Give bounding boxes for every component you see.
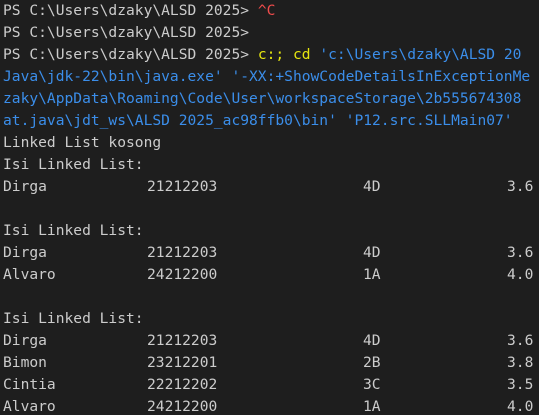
student-nim: 23212201 [147,354,218,371]
student-class: 4D [363,244,381,261]
student-nim: 21212203 [147,178,218,195]
output-empty-message: Linked List kosong [3,134,162,151]
student-class: 1A [363,398,381,415]
command-cd: cd [292,46,311,63]
command-part: c:; [257,46,285,63]
student-name: Alvaro [3,266,56,283]
student-class: 2B [363,354,381,371]
list-item: Dirga 21212203 4D 3.6 [3,242,539,264]
command-path-arg: 'c:\Users\dzaky\ALSD 20 [319,46,522,63]
student-name: Cintia [3,376,56,393]
student-name: Bimon [3,354,47,371]
terminal-panel[interactable]: PS C:\Users\dzaky\ALSD 2025> ^C PS C:\Us… [0,0,539,415]
prompt: PS C:\Users\dzaky\ALSD 2025> [3,2,250,19]
student-ipk: 4.0 [507,266,534,283]
student-class: 4D [363,332,381,349]
terminal-line: PS C:\Users\dzaky\ALSD 2025> c:; cd 'c:\… [3,44,539,66]
command-wrap: Java\jdk-22\bin\java.exe' '-XX:+ShowCode… [3,68,531,85]
prompt: PS C:\Users\dzaky\ALSD 2025> [3,46,250,63]
list-item: Bimon 23212201 2B 3.8 [3,352,539,374]
student-ipk: 4.0 [507,398,534,415]
output-header: Isi Linked List: [3,310,144,327]
student-ipk: 3.6 [507,178,534,195]
command-wrap: at.java\jdt_ws\ALSD 2025_ac98ffb0\bin' '… [3,112,513,129]
student-nim: 24212200 [147,266,218,283]
list-item: Cintia 22212202 3C 3.5 [3,374,539,396]
list-item: Alvaro 24212200 1A 4.0 [3,264,539,286]
student-ipk: 3.5 [507,376,534,393]
student-class: 4D [363,178,381,195]
interrupt-signal: ^C [257,2,276,19]
terminal-line: at.java\jdt_ws\ALSD 2025_ac98ffb0\bin' '… [3,110,539,132]
terminal-line: PS C:\Users\dzaky\ALSD 2025> [3,22,539,44]
prompt: PS C:\Users\dzaky\ALSD 2025> [3,24,250,41]
student-class: 1A [363,266,381,283]
output-header: Isi Linked List: [3,156,144,173]
student-nim: 24212200 [147,398,218,415]
student-name: Dirga [3,178,47,195]
terminal-line: PS C:\Users\dzaky\ALSD 2025> ^C [3,0,539,22]
student-class: 3C [363,376,381,393]
student-nim: 22212202 [147,376,218,393]
terminal-line: Java\jdk-22\bin\java.exe' '-XX:+ShowCode… [3,66,539,88]
list-item: Dirga 21212203 4D 3.6 [3,330,539,352]
list-item: Dirga 21212203 4D 3.6 [3,176,539,198]
student-name: Alvaro [3,398,56,415]
command-wrap: zaky\AppData\Roaming\Code\User\workspace… [3,90,522,107]
student-nim: 21212203 [147,332,218,349]
terminal-line: zaky\AppData\Roaming\Code\User\workspace… [3,88,539,110]
student-ipk: 3.6 [507,244,534,261]
student-ipk: 3.6 [507,332,534,349]
student-name: Dirga [3,332,47,349]
list-item: Alvaro 24212200 1A 4.0 [3,396,539,415]
student-ipk: 3.8 [507,354,534,371]
student-nim: 21212203 [147,244,218,261]
student-name: Dirga [3,244,47,261]
output-header: Isi Linked List: [3,222,144,239]
